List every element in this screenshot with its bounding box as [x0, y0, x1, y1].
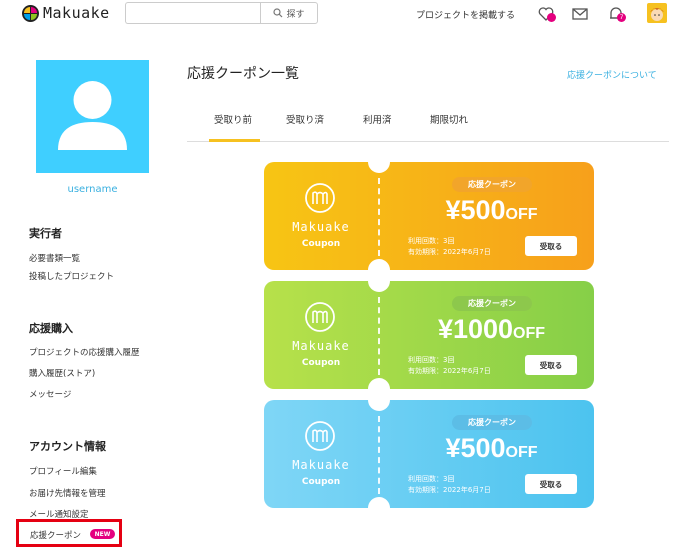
sidebar-coupon-label: 応援クーポン: [30, 531, 82, 541]
coupon-tabs: 受取り前 受取り済 利用済 期限切れ: [187, 112, 669, 142]
makuake-coupon-logo-icon: [304, 182, 336, 214]
top-header: Makuake 探す プロジェクトを掲載する 7: [0, 0, 681, 28]
coupon-uses: 利用回数：3回: [408, 475, 455, 483]
coupon-expiry: 有効期限：2022年6月7日: [408, 486, 491, 494]
coupon-amount: ¥500OFF: [445, 195, 538, 225]
notification-count-badge: 7: [617, 13, 626, 22]
coupon-tag: 応援クーポン: [452, 177, 532, 192]
sidebar-link-messages[interactable]: メッセージ: [29, 388, 71, 400]
user-avatar[interactable]: [647, 3, 667, 23]
new-badge: NEW: [90, 529, 115, 539]
section-heading-account: アカウント情報: [29, 440, 106, 453]
logo-text: Makuake: [43, 4, 110, 22]
coupon-brand-sub: Coupon: [301, 477, 341, 487]
sidebar-link-edit-profile[interactable]: プロフィール編集: [29, 465, 97, 477]
makuake-coupon-logo-icon: [304, 420, 336, 452]
coupon-meta: 利用回数：3回 有効期限：2022年6月7日: [408, 355, 491, 377]
favorites-heart-icon[interactable]: [537, 5, 556, 23]
makuake-logo-icon: [22, 4, 39, 22]
notification-bell-icon[interactable]: 7: [607, 5, 626, 23]
page-title: 応援クーポン一覧: [187, 66, 299, 82]
coupon-tag: 応援クーポン: [452, 415, 532, 430]
coupon-perforation: [378, 416, 380, 494]
coupon-perforation: [378, 297, 380, 375]
sidebar-link-purchase-history[interactable]: プロジェクトの応援購入履歴: [29, 346, 140, 358]
active-tab-indicator: [209, 139, 260, 142]
coupon-meta: 利用回数：3回 有効期限：2022年6月7日: [408, 474, 491, 496]
favorites-badge: [547, 13, 556, 22]
username: username: [67, 184, 118, 195]
coupon-uses: 利用回数：3回: [408, 237, 455, 245]
coupon-expiry: 有効期限：2022年6月7日: [408, 248, 491, 256]
profile-avatar: [36, 60, 149, 173]
tab-received[interactable]: 受取り済: [286, 112, 324, 126]
sidebar-link-posted-projects[interactable]: 投稿したプロジェクト: [29, 270, 114, 282]
section-heading-creator: 実行者: [29, 227, 62, 240]
sidebar-link-required-documents[interactable]: 必要書類一覧: [29, 252, 80, 264]
coupon-meta: 利用回数：3回 有効期限：2022年6月7日: [408, 236, 491, 258]
user-silhouette-icon: [58, 81, 127, 150]
search-icon: [273, 8, 283, 18]
coupon-brand-name: Makuake: [292, 220, 350, 234]
claim-coupon-button[interactable]: 受取る: [525, 236, 577, 256]
sidebar-link-shipping-info[interactable]: お届け先情報を管理: [29, 487, 106, 499]
claim-coupon-button[interactable]: 受取る: [525, 474, 577, 494]
section-heading-support-purchase: 応援購入: [29, 322, 73, 335]
coupon-card: Makuake Coupon 応援クーポン ¥500OFF 利用回数：3回 有効…: [264, 400, 594, 508]
search-button-label: 探す: [286, 9, 305, 20]
about-coupon-link[interactable]: 応援クーポンについて: [567, 68, 657, 81]
tab-expired[interactable]: 期限切れ: [430, 112, 468, 126]
coupon-uses: 利用回数：3回: [408, 356, 455, 364]
coupon-perforation: [378, 178, 380, 256]
coupon-card: Makuake Coupon 応援クーポン ¥1000OFF 利用回数：3回 有…: [264, 281, 594, 389]
makuake-coupon-logo-icon: [304, 301, 336, 333]
coupon-expiry: 有効期限：2022年6月7日: [408, 367, 491, 375]
coupon-amount: ¥1000OFF: [437, 314, 546, 344]
coupon-tag: 応援クーポン: [452, 296, 532, 311]
makuake-logo[interactable]: Makuake: [22, 4, 110, 22]
tab-used[interactable]: 利用済: [363, 112, 392, 126]
search-button[interactable]: 探す: [260, 2, 318, 24]
coupon-brand-name: Makuake: [292, 339, 350, 353]
sidebar-link-store-history[interactable]: 購入履歴(ストア): [29, 367, 95, 379]
coupon-brand-sub: Coupon: [301, 239, 341, 249]
coupon-card: Makuake Coupon 応援クーポン ¥500OFF 利用回数：3回 有効…: [264, 162, 594, 270]
tab-not-received[interactable]: 受取り前: [214, 112, 252, 126]
coupon-brand-sub: Coupon: [301, 358, 341, 368]
coupon-brand-name: Makuake: [292, 458, 350, 472]
coupon-amount: ¥500OFF: [445, 433, 538, 463]
claim-coupon-button[interactable]: 受取る: [525, 355, 577, 375]
sidebar-link-support-coupon[interactable]: 応援クーポン NEW: [16, 519, 122, 547]
post-project-link[interactable]: プロジェクトを掲載する: [416, 8, 515, 21]
search-input[interactable]: [125, 2, 260, 24]
mail-icon[interactable]: [571, 5, 589, 23]
